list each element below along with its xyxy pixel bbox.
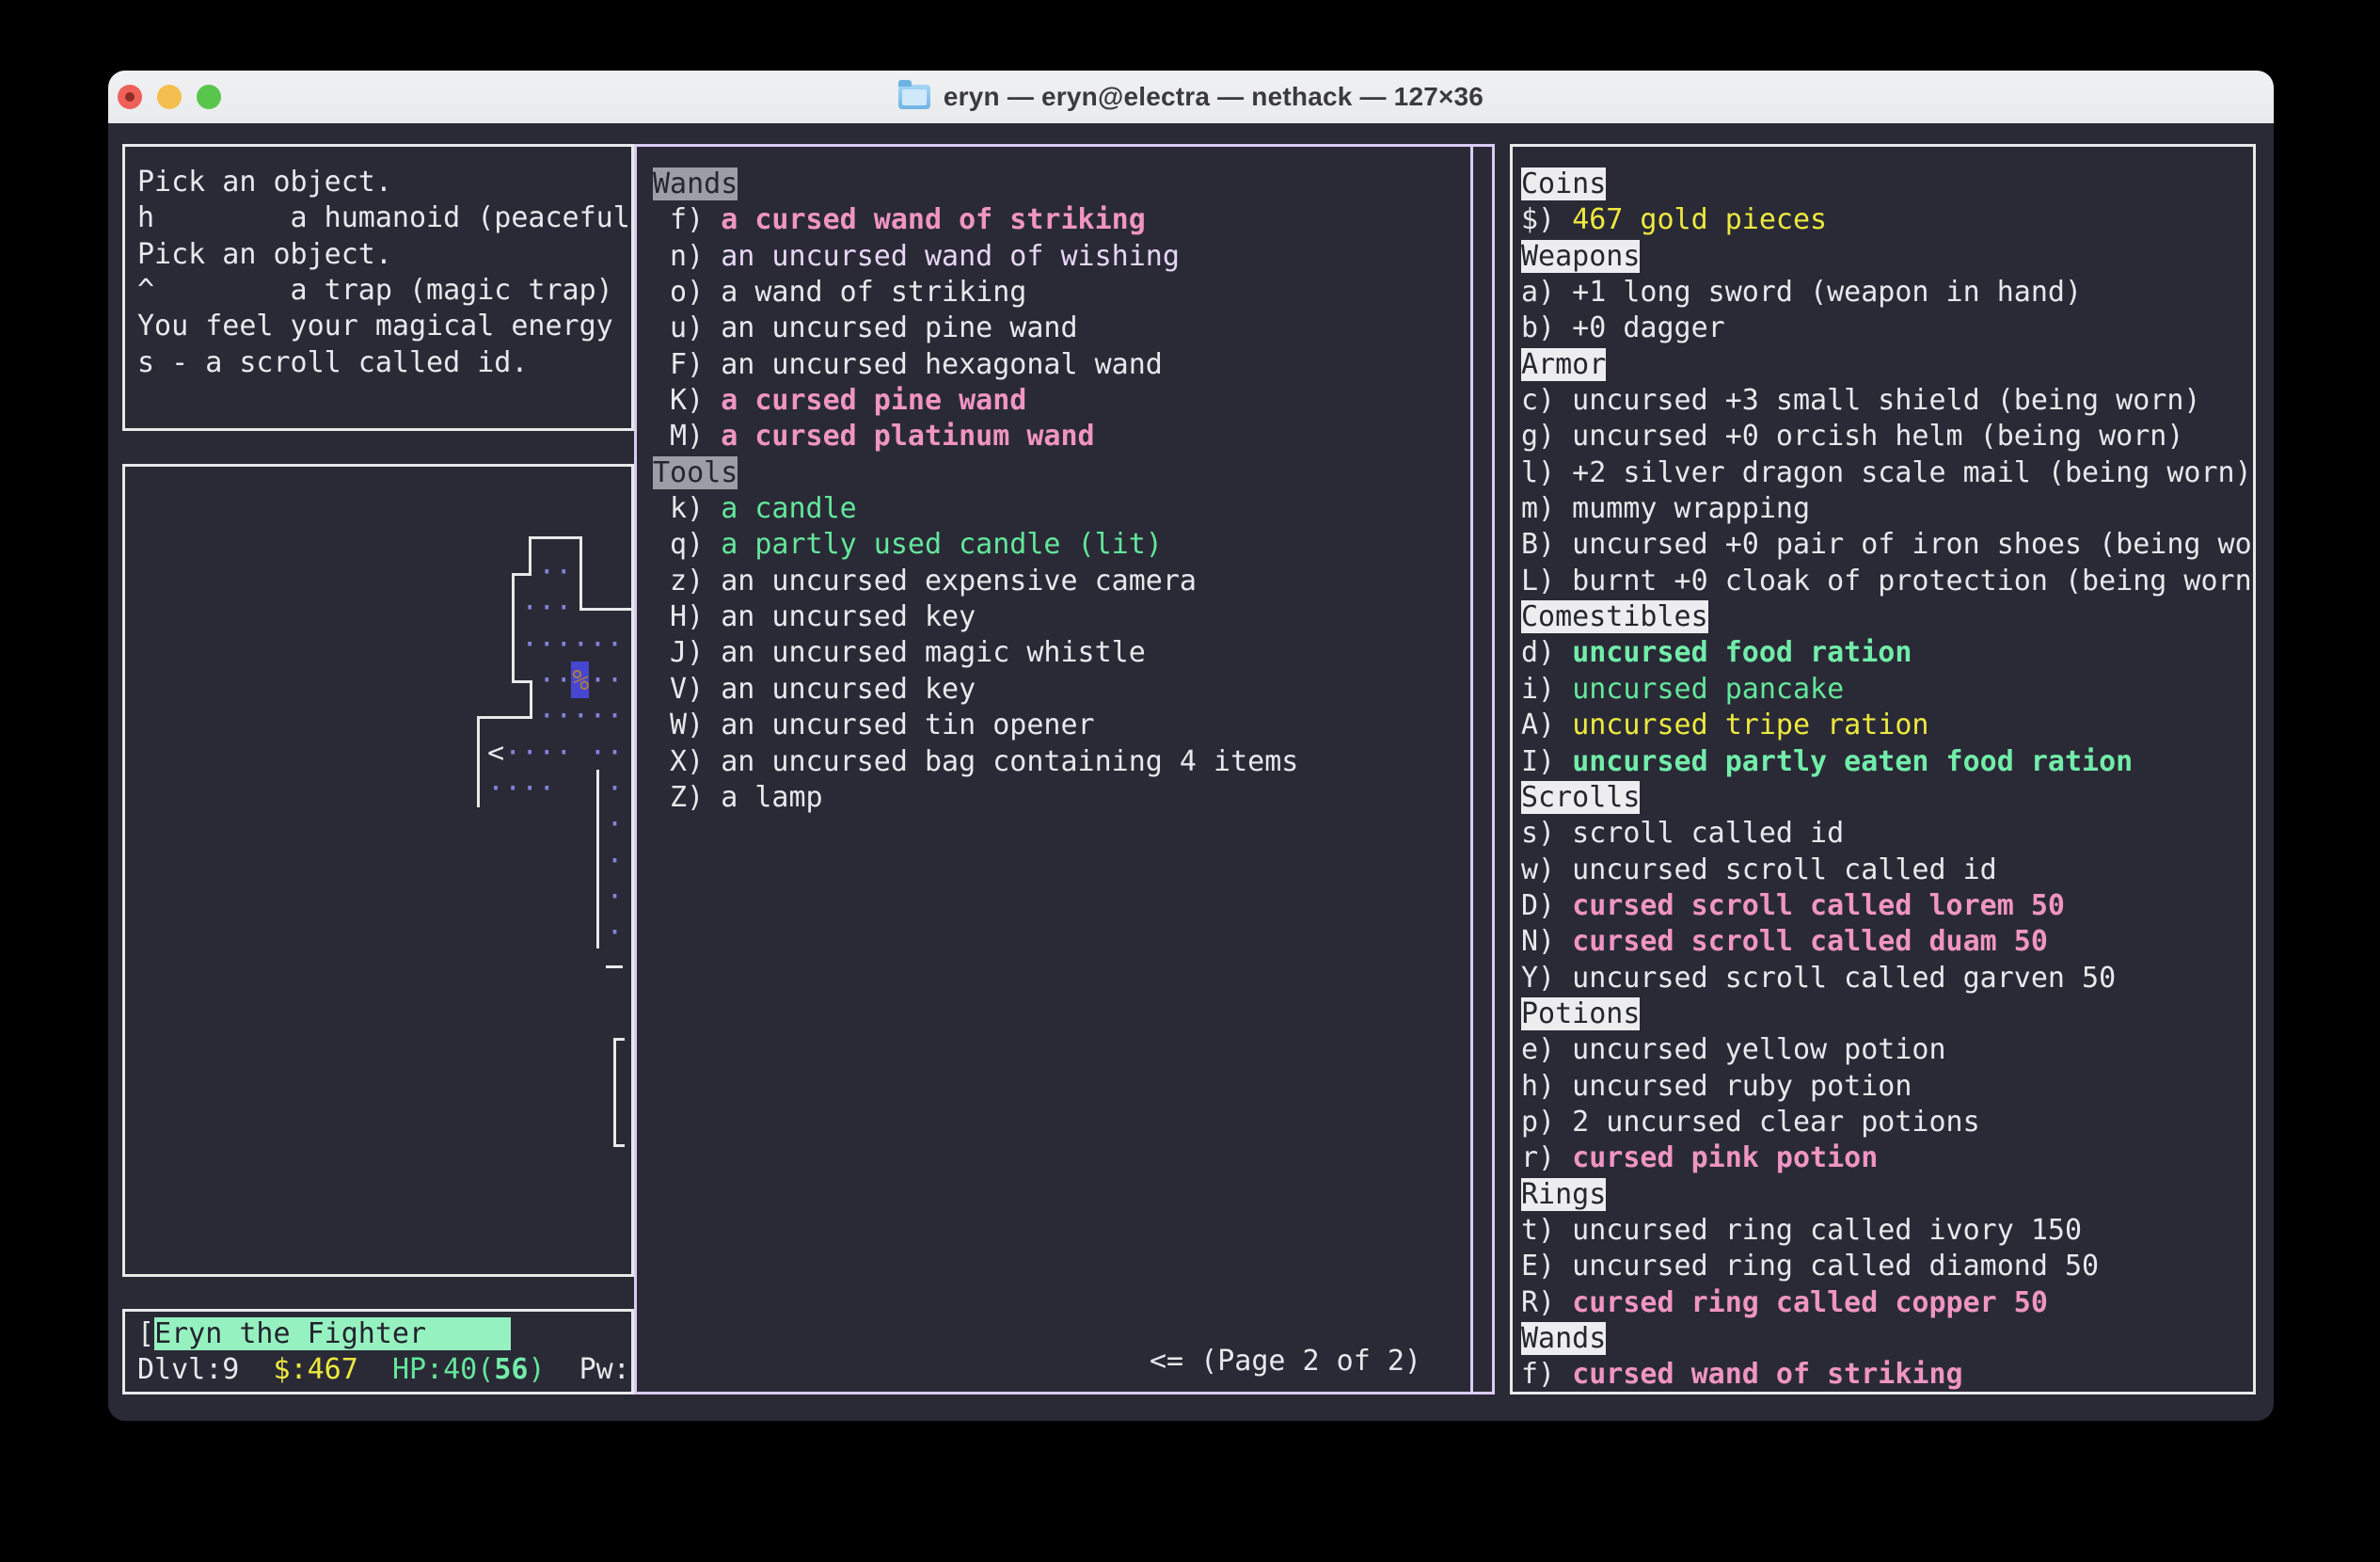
- perm-inventory-text: Coins $) 467 gold pieces Weapons a) +1 l…: [1521, 167, 2252, 1394]
- map-wall-segment: [477, 716, 480, 807]
- map-wall-segment: [579, 608, 631, 611]
- map-wall-segment: [579, 536, 582, 611]
- map-wall-segment: [530, 680, 532, 719]
- map-wall-segment: [606, 965, 623, 968]
- close-button[interactable]: [118, 85, 142, 109]
- map-wall-segment: [613, 1144, 625, 1147]
- menu-page-indicator: <= (Page 2 of 2): [1150, 1345, 1421, 1378]
- traffic-lights: [118, 71, 221, 123]
- map-wall-segment: [512, 573, 532, 576]
- map-glyphs: ·· ··· ······ ··%·· ····· <···· ·· ···· …: [470, 555, 624, 952]
- minimize-button[interactable]: [157, 85, 182, 109]
- titlebar[interactable]: eryn — eryn@electra — nethack — 127×36: [108, 71, 2274, 123]
- map-wall-segment: [529, 536, 532, 576]
- message-text: Pick an object. h a humanoid (peaceful P…: [137, 165, 630, 381]
- folder-icon: [898, 85, 930, 109]
- menu-inner-border: [1470, 144, 1473, 1395]
- map-wall-segment: [477, 716, 532, 719]
- status-text: [Eryn the Fighter Dlvl:9 $:467 HP:40(56)…: [137, 1316, 630, 1389]
- title-group: eryn — eryn@electra — nethack — 127×36: [898, 82, 1484, 112]
- map-wall-segment: [613, 1038, 616, 1147]
- zoom-button[interactable]: [197, 85, 221, 109]
- map-wall-segment: [512, 573, 515, 683]
- window-title: eryn — eryn@electra — nethack — 127×36: [944, 82, 1484, 112]
- map-wall-segment: [529, 536, 582, 539]
- map-wall-segment: [596, 770, 599, 948]
- inventory-menu-text: Wands f) a cursed wand of striking n) an…: [653, 167, 1298, 816]
- map-wall-segment: [613, 1038, 625, 1041]
